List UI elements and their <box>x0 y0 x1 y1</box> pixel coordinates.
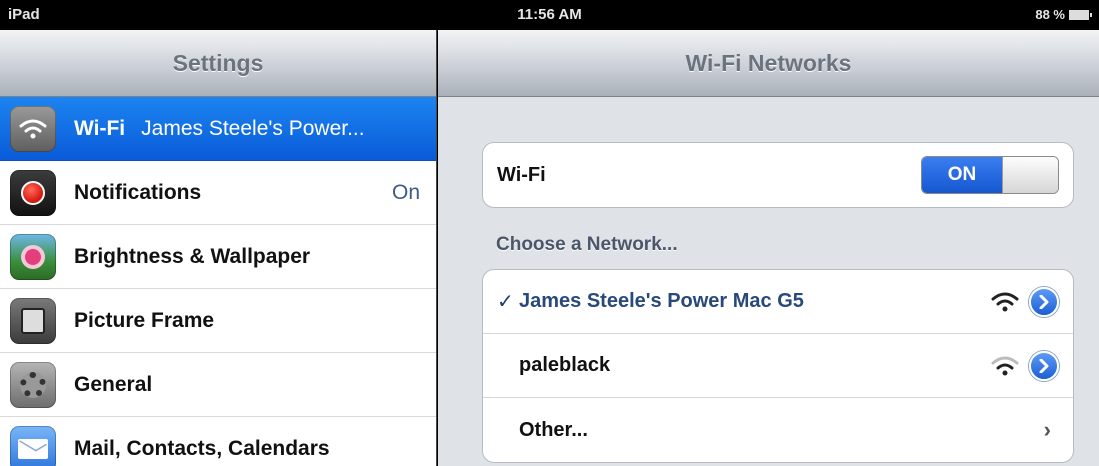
toggle-state-label: ON <box>922 157 1002 193</box>
settings-list: Wi-Fi James Steele's Power... Notificati… <box>0 97 436 466</box>
choose-network-header: Choose a Network... <box>496 234 678 255</box>
settings-item-detail: James Steele's Power... <box>141 116 365 140</box>
settings-item-picture-frame[interactable]: Picture Frame <box>0 289 436 353</box>
clock: 11:56 AM <box>517 6 582 23</box>
notifications-icon <box>10 169 56 216</box>
settings-sidebar: Settings Wi-Fi James Steele's Power... N… <box>0 30 437 466</box>
network-detail-button[interactable] <box>1029 350 1059 381</box>
network-name: James Steele's Power Mac G5 <box>519 290 804 312</box>
picture-frame-icon <box>10 297 56 344</box>
settings-item-brightness-wallpaper[interactable]: Brightness & Wallpaper <box>0 225 436 289</box>
mail-icon <box>10 425 56 466</box>
settings-item-value: On <box>391 180 420 204</box>
settings-item-label: Notifications <box>74 180 202 204</box>
settings-item-label: Brightness & Wallpaper <box>74 244 311 268</box>
status-bar: iPad 11:56 AM 88 % <box>0 0 1099 30</box>
battery-icon <box>1069 9 1092 20</box>
chevron-right-icon <box>1039 358 1049 373</box>
settings-item-wifi[interactable]: Wi-Fi James Steele's Power... <box>0 97 436 161</box>
chevron-right-icon: › <box>1043 417 1051 442</box>
settings-item-mail[interactable]: Mail, Contacts, Calendars <box>0 417 436 466</box>
settings-item-general[interactable]: General <box>0 353 436 417</box>
network-row-paleblack[interactable]: paleblack <box>483 334 1073 398</box>
network-name: Other... <box>519 418 588 441</box>
settings-item-label: General <box>74 372 153 396</box>
page-title: Wi-Fi Networks <box>685 49 852 76</box>
wifi-toggle-group: Wi-Fi ON <box>482 142 1074 208</box>
sidebar-title: Settings <box>172 49 264 76</box>
network-row-james-steele[interactable]: ✓ James Steele's Power Mac G5 <box>483 270 1073 334</box>
toggle-knob <box>1002 157 1058 193</box>
checkmark-icon: ✓ <box>497 291 514 313</box>
wifi-toggle-switch[interactable]: ON <box>921 156 1059 194</box>
settings-item-label: Picture Frame <box>74 308 215 332</box>
battery-indicator: 88 % <box>1035 7 1092 22</box>
wifi-toggle-label: Wi-Fi <box>497 163 546 186</box>
network-row-other[interactable]: Other... › <box>483 398 1073 462</box>
network-name: paleblack <box>519 354 611 376</box>
battery-percentage: 88 % <box>1035 7 1065 22</box>
network-list: ✓ James Steele's Power Mac G5 paleblack <box>482 269 1074 463</box>
settings-item-label: Mail, Contacts, Calendars <box>74 436 330 460</box>
wifi-signal-icon <box>991 292 1019 311</box>
network-detail-button[interactable] <box>1029 286 1059 317</box>
wifi-icon <box>10 105 56 152</box>
wifi-toggle-row: Wi-Fi ON <box>483 143 1073 207</box>
settings-item-notifications[interactable]: Notifications On <box>0 161 436 225</box>
wifi-networks-pane: Wi-Fi Networks Wi-Fi ON Choose a Network… <box>438 30 1099 466</box>
sidebar-nav-bar: Settings <box>0 30 436 97</box>
gear-icon <box>10 361 56 408</box>
settings-item-label: Wi-Fi <box>74 116 126 140</box>
chevron-right-icon <box>1039 294 1049 309</box>
brightness-icon <box>10 233 56 280</box>
wifi-signal-icon <box>991 356 1019 375</box>
detail-nav-bar: Wi-Fi Networks <box>438 30 1099 97</box>
